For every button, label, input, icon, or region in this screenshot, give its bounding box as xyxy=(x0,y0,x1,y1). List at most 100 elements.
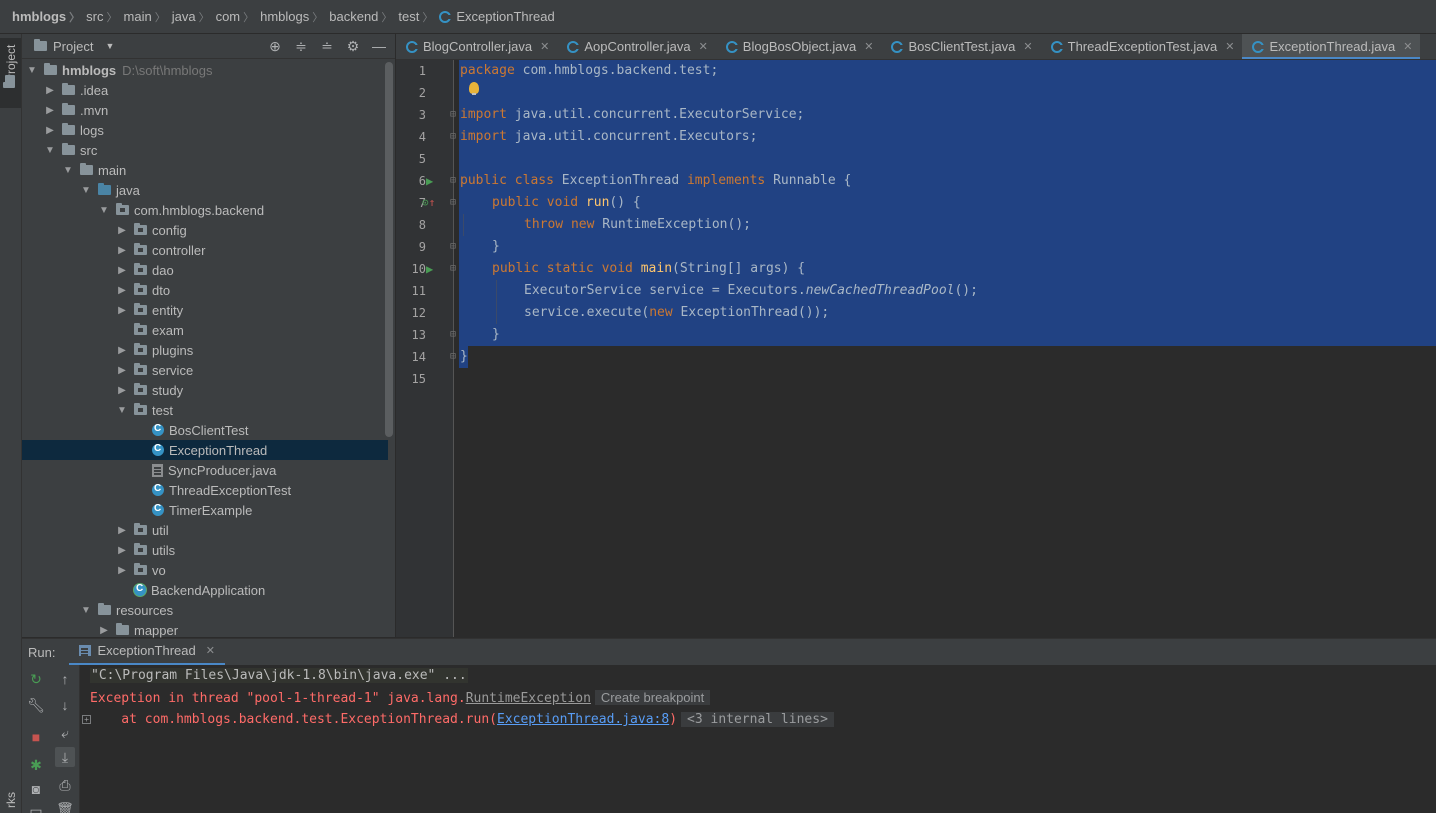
close-icon[interactable]: ✕ xyxy=(206,644,215,657)
tree-node-package[interactable]: ▶ plugins xyxy=(22,340,388,360)
chevron-down-icon[interactable]: ▼ xyxy=(26,65,38,76)
tree-node-file[interactable]: TimerExample xyxy=(22,500,388,520)
breadcrumb-item[interactable]: test 〉 xyxy=(398,9,439,25)
run-tab[interactable]: ExceptionThread ✕ xyxy=(69,639,225,666)
tree-node-idea[interactable]: ▶ .idea xyxy=(22,80,388,100)
tree-node-package[interactable]: ▶ entity xyxy=(22,300,388,320)
arrow-down-icon[interactable]: ↓ xyxy=(55,695,75,715)
lightbulb-icon[interactable] xyxy=(469,82,479,95)
chevron-right-icon[interactable]: ▶ xyxy=(116,525,128,536)
fold-icon[interactable]: ⊟ xyxy=(450,175,456,186)
fold-icon[interactable]: ⊟ xyxy=(450,197,456,208)
tree-node-file[interactable]: ThreadExceptionTest xyxy=(22,480,388,500)
chevron-right-icon[interactable]: ▶ xyxy=(116,565,128,576)
tree-node-package[interactable]: ▶ dto xyxy=(22,280,388,300)
chevron-right-icon[interactable]: ▶ xyxy=(116,545,128,556)
breadcrumb-item[interactable]: java 〉 xyxy=(172,9,216,25)
breadcrumb-item[interactable]: hmblogs 〉 xyxy=(12,9,86,25)
editor-tab[interactable]: AopController.java ✕ xyxy=(557,34,715,59)
tree-node-package[interactable]: ▼ com.hmblogs.backend xyxy=(22,200,388,220)
editor-tab[interactable]: ThreadExceptionTest.java ✕ xyxy=(1041,34,1243,59)
scroll-to-end-icon[interactable]: ⤓ xyxy=(55,747,75,767)
breadcrumb-item[interactable]: main 〉 xyxy=(124,9,172,25)
breadcrumb-item[interactable]: src 〉 xyxy=(86,9,123,25)
chevron-down-icon[interactable]: ▼ xyxy=(80,185,92,196)
chevron-down-icon[interactable]: ▼ xyxy=(62,165,74,176)
tree-node-package[interactable]: ▶ study xyxy=(22,380,388,400)
internal-lines-fold[interactable]: <3 internal lines> xyxy=(681,712,834,727)
tree-node-main[interactable]: ▼ main xyxy=(22,160,388,180)
chevron-right-icon[interactable]: ▶ xyxy=(44,85,56,96)
tree-node-file[interactable]: BackendApplication xyxy=(22,580,388,600)
debug-icon[interactable]: ✱ xyxy=(26,755,46,775)
breadcrumb-item[interactable]: com 〉 xyxy=(216,9,261,25)
wrench-icon[interactable]: 🔧︎ xyxy=(26,695,46,715)
rerun-icon[interactable]: ↻ xyxy=(26,669,46,689)
tree-node-file[interactable]: SyncProducer.java xyxy=(22,460,388,480)
create-breakpoint-button[interactable]: Create breakpoint xyxy=(594,690,711,705)
trash-icon[interactable]: 🗑︎ xyxy=(55,799,75,813)
close-icon[interactable]: ✕ xyxy=(864,40,873,53)
arrow-up-icon[interactable]: ↑ xyxy=(55,669,75,689)
chevron-right-icon[interactable]: ▶ xyxy=(98,625,110,636)
chevron-down-icon[interactable]: ▼ xyxy=(98,205,110,216)
tree-node-package[interactable]: ▶ vo xyxy=(22,560,388,580)
chevron-right-icon[interactable]: ▶ xyxy=(116,225,128,236)
chevron-right-icon[interactable]: ▶ xyxy=(116,265,128,276)
close-icon[interactable]: ✕ xyxy=(1225,40,1234,53)
source-location-link[interactable]: ExceptionThread.java:8 xyxy=(497,712,669,727)
fold-icon[interactable]: ⊟ xyxy=(450,109,456,120)
soft-wrap-icon[interactable]: ⤶ xyxy=(55,723,75,743)
collapse-all-icon[interactable]: ≐ xyxy=(319,38,335,54)
close-icon[interactable]: ✕ xyxy=(1403,40,1412,53)
implements-gutter-icon[interactable]: ⊙↑ xyxy=(422,196,435,209)
editor-tab[interactable]: BlogBosObject.java ✕ xyxy=(716,34,882,59)
run-gutter-icon[interactable]: ▶ xyxy=(426,174,433,188)
fold-icon[interactable]: ⊟ xyxy=(450,263,456,274)
tree-node-package[interactable]: ▶ service xyxy=(22,360,388,380)
close-icon[interactable]: ✕ xyxy=(540,40,549,53)
chevron-right-icon[interactable]: ▶ xyxy=(116,245,128,256)
tree-node-resources[interactable]: ▼ resources xyxy=(22,600,388,620)
project-tool-window-button[interactable]: Project xyxy=(0,38,21,108)
breadcrumb-item-current[interactable]: ExceptionThread xyxy=(439,9,555,24)
project-view-selector[interactable]: Project xyxy=(53,39,93,54)
chevron-right-icon[interactable]: ▶ xyxy=(44,105,56,116)
close-icon[interactable]: ✕ xyxy=(1023,40,1032,53)
chevron-down-icon[interactable]: ▼ xyxy=(44,145,56,156)
stop-icon[interactable]: ■ xyxy=(26,727,46,747)
chevron-right-icon[interactable]: ▶ xyxy=(116,385,128,396)
editor-tab-active[interactable]: ExceptionThread.java ✕ xyxy=(1242,34,1421,59)
tree-node-file-selected[interactable]: ExceptionThread xyxy=(22,440,388,460)
tree-node-mvn[interactable]: ▶ .mvn xyxy=(22,100,388,120)
fold-icon[interactable]: ⊟ xyxy=(450,131,456,142)
locate-icon[interactable]: ⊕ xyxy=(267,38,283,54)
exit-icon[interactable]: ▭ xyxy=(26,801,46,813)
camera-icon[interactable]: ◙ xyxy=(26,779,46,799)
chevron-right-icon[interactable]: ▶ xyxy=(116,305,128,316)
chevron-right-icon[interactable]: ▶ xyxy=(44,125,56,136)
chevron-down-icon[interactable]: ▼ xyxy=(80,605,92,616)
chevron-right-icon[interactable]: ▶ xyxy=(116,365,128,376)
tree-node-package[interactable]: ▼ test xyxy=(22,400,388,420)
tree-node-java[interactable]: ▼ java xyxy=(22,180,388,200)
tree-node-package[interactable]: ▶ dao xyxy=(22,260,388,280)
breadcrumb-item[interactable]: backend 〉 xyxy=(329,9,398,25)
run-gutter-icon[interactable]: ▶ xyxy=(426,262,433,276)
exception-class-link[interactable]: RuntimeException xyxy=(466,691,591,706)
gear-icon[interactable]: ⚙ xyxy=(345,38,361,54)
tree-node-mapper[interactable]: ▶ mapper xyxy=(22,620,388,640)
fold-icon[interactable]: ⊟ xyxy=(450,241,456,252)
fold-icon[interactable]: ⊟ xyxy=(450,329,456,340)
chevron-down-icon[interactable]: ▼ xyxy=(116,405,128,416)
tree-scrollbar[interactable] xyxy=(385,62,393,437)
fold-icon[interactable]: ⊟ xyxy=(450,351,456,362)
chevron-down-icon[interactable]: ▼ xyxy=(105,41,114,51)
tree-node-package[interactable]: ▶ config xyxy=(22,220,388,240)
editor-tab[interactable]: BlogController.java ✕ xyxy=(396,34,557,59)
editor-tab-overflow[interactable]: m xyxy=(1420,34,1436,59)
editor-tab[interactable]: BosClientTest.java ✕ xyxy=(881,34,1040,59)
expand-all-icon[interactable]: ≑ xyxy=(293,38,309,54)
tree-node-root[interactable]: ▼ hmblogs D:\soft\hmblogs xyxy=(22,60,388,80)
print-icon[interactable]: ⎙ xyxy=(55,775,75,795)
